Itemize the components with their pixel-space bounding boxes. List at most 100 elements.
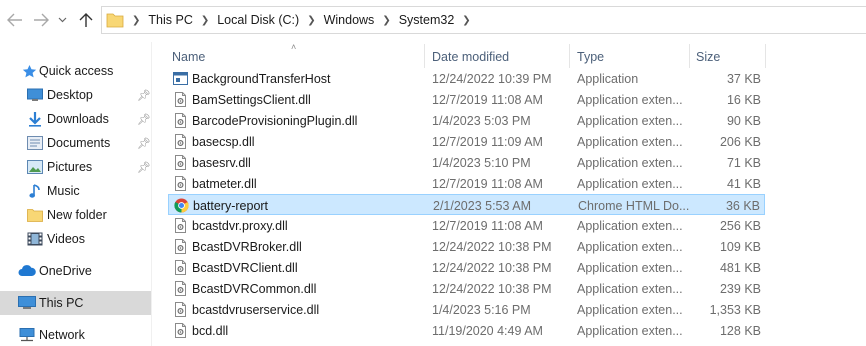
file-row[interactable]: basesrv.dll 1/4/2023 5:10 PM Application e… [168,152,765,173]
star-icon [20,62,38,80]
sidebar-item-label: Music [47,184,80,198]
up-arrow-icon [79,13,93,27]
file-row[interactable]: BackgroundTransferHost 12/24/2022 10:39 P… [168,68,765,89]
sidebar-item-pictures[interactable]: Pictures 📌︎ [0,155,151,179]
file-size: 36 KB [725,198,760,213]
file-name: bcd.dll [192,323,229,338]
breadcrumb-separator-icon[interactable]: ❯ [382,15,390,26]
sidebar-item-network[interactable]: Network [0,323,151,346]
file-name: batmeter.dll [192,176,257,191]
file-size: 37 KB [726,71,761,86]
file-date-modified: 1/4/2023 5:16 PM [432,302,531,317]
sidebar-item-label: This PC [39,296,84,310]
file-row[interactable]: basecsp.dll 12/7/2019 11:09 AM Application… [168,131,765,152]
sidebar-item-onedrive[interactable]: OneDrive [0,259,151,283]
file-type: Application exten... [577,176,683,191]
sidebar-item-downloads[interactable]: Downloads 📌︎ [0,107,151,131]
file-name: BackgroundTransferHost [192,71,331,86]
computer-icon [18,294,36,312]
chevron-down-icon [58,17,66,23]
file-row[interactable]: bcastdvr.proxy.dll 12/7/2019 11:08 AM Appl… [168,215,765,236]
pin-icon: 📌︎ [137,113,151,126]
file-row[interactable]: BarcodeProvisioningPlugin.dll 1/4/2023 5:… [168,110,765,131]
column-header-date-modified[interactable]: Date modified [432,46,509,68]
breadcrumb-separator-icon[interactable]: ❯ [307,15,315,26]
sidebar-item-quick-access[interactable]: Quick access [0,59,151,83]
column-divider[interactable] [765,44,766,68]
column-divider[interactable] [569,44,570,68]
file-name: basesrv.dll [192,155,251,170]
file-size: 481 KB [719,260,761,275]
file-date-modified: 1/4/2023 5:10 PM [432,155,531,170]
recent-locations-button[interactable] [55,8,69,32]
file-name: battery-report [193,198,269,213]
column-header-size[interactable]: Size [696,46,720,68]
column-header-name[interactable]: Name [172,46,205,68]
back-button[interactable] [4,8,26,32]
column-divider[interactable] [689,44,690,68]
file-type: Application exten... [577,134,683,149]
file-size: 16 KB [726,92,761,107]
file-date-modified: 12/24/2022 10:38 PM [432,281,552,296]
file-name: BamSettingsClient.dll [192,92,311,107]
file-name: bcastdvr.proxy.dll [192,218,288,233]
sidebar-item-music[interactable]: Music [0,179,151,203]
sidebar-item-label: New folder [47,208,107,222]
file-size: 41 KB [726,176,761,191]
folder-icon [106,13,124,28]
file-name: BcastDVRBroker.dll [192,239,302,254]
up-button[interactable] [75,8,97,32]
file-row[interactable]: BcastDVRClient.dll 12/24/2022 10:38 PM App… [168,257,765,278]
column-divider[interactable] [424,44,425,68]
navigation-bar: ❯ This PC ❯ Local Disk (C:) ❯ Windows ❯ … [0,0,866,42]
file-date-modified: 12/24/2022 10:38 PM [432,260,552,275]
file-type: Chrome HTML Do... [578,198,690,213]
forward-button[interactable] [30,8,52,32]
sidebar-item-desktop[interactable]: Desktop 📌︎ [0,83,151,107]
sidebar-item-label: Documents [47,136,111,150]
file-date-modified: 12/7/2019 11:08 AM [432,92,543,107]
file-date-modified: 2/1/2023 5:53 AM [433,198,531,213]
file-type: Application exten... [577,302,683,317]
breadcrumb-separator-icon[interactable]: ❯ [462,15,470,26]
sidebar-item-documents[interactable]: Documents 📌︎ [0,131,151,155]
sort-ascending-icon: ˄ [291,42,297,52]
sidebar-item-label: Quick access [39,64,114,78]
forward-arrow-icon [34,13,49,27]
file-row[interactable]: BcastDVRCommon.dll 12/24/2022 10:38 PM App… [168,278,765,299]
file-date-modified: 12/7/2019 11:08 AM [432,176,543,191]
file-row[interactable]: BamSettingsClient.dll 12/7/2019 11:08 AM A… [168,89,765,110]
desktop-folder-icon [26,86,44,104]
file-type: Application exten... [577,260,683,275]
breadcrumb-local-disk[interactable]: Local Disk (C:) [217,13,299,27]
sidebar-item-label: Pictures [47,160,93,174]
file-type: Application exten... [577,281,683,296]
file-row[interactable]: BcastDVRBroker.dll 12/24/2022 10:38 PM App… [168,236,765,257]
sidebar-item-new-folder[interactable]: New folder [0,203,151,227]
videos-folder-icon [26,230,44,248]
file-size: 239 KB [719,281,761,296]
breadcrumb-separator-icon[interactable]: ❯ [201,15,209,26]
address-bar[interactable]: ❯ This PC ❯ Local Disk (C:) ❯ Windows ❯ … [101,6,866,34]
file-list: ˄ Name Date modified Type Size Backgroun… [152,42,866,346]
breadcrumb-this-pc[interactable]: This PC [148,13,192,27]
file-date-modified: 1/4/2023 5:03 PM [432,113,531,128]
column-header-type[interactable]: Type [577,46,604,68]
file-size: 90 KB [726,113,761,128]
sidebar-item-label: OneDrive [39,264,92,278]
file-row[interactable]: batmeter.dll 12/7/2019 11:08 AM Applicatio… [168,173,765,194]
file-row[interactable]: battery-report 2/1/2023 5:53 AM Chrome HTM… [168,194,765,215]
file-type: Application exten... [577,323,683,338]
pictures-folder-icon [26,158,44,176]
breadcrumb-separator-icon[interactable]: ❯ [132,15,140,26]
breadcrumb-windows[interactable]: Windows [324,13,375,27]
file-row[interactable]: bcd.dll 11/19/2020 4:49 AM Application ext… [168,320,765,341]
sidebar-item-label: Videos [47,232,85,246]
file-size: 256 KB [719,218,761,233]
sidebar-item-label: Desktop [47,88,93,102]
pin-icon: 📌︎ [137,161,151,174]
breadcrumb-system32[interactable]: System32 [399,13,455,27]
sidebar-item-this-pc[interactable]: This PC [0,291,151,315]
file-row[interactable]: bcastdvruserservice.dll 1/4/2023 5:16 PM A… [168,299,765,320]
sidebar-item-videos[interactable]: Videos [0,227,151,251]
